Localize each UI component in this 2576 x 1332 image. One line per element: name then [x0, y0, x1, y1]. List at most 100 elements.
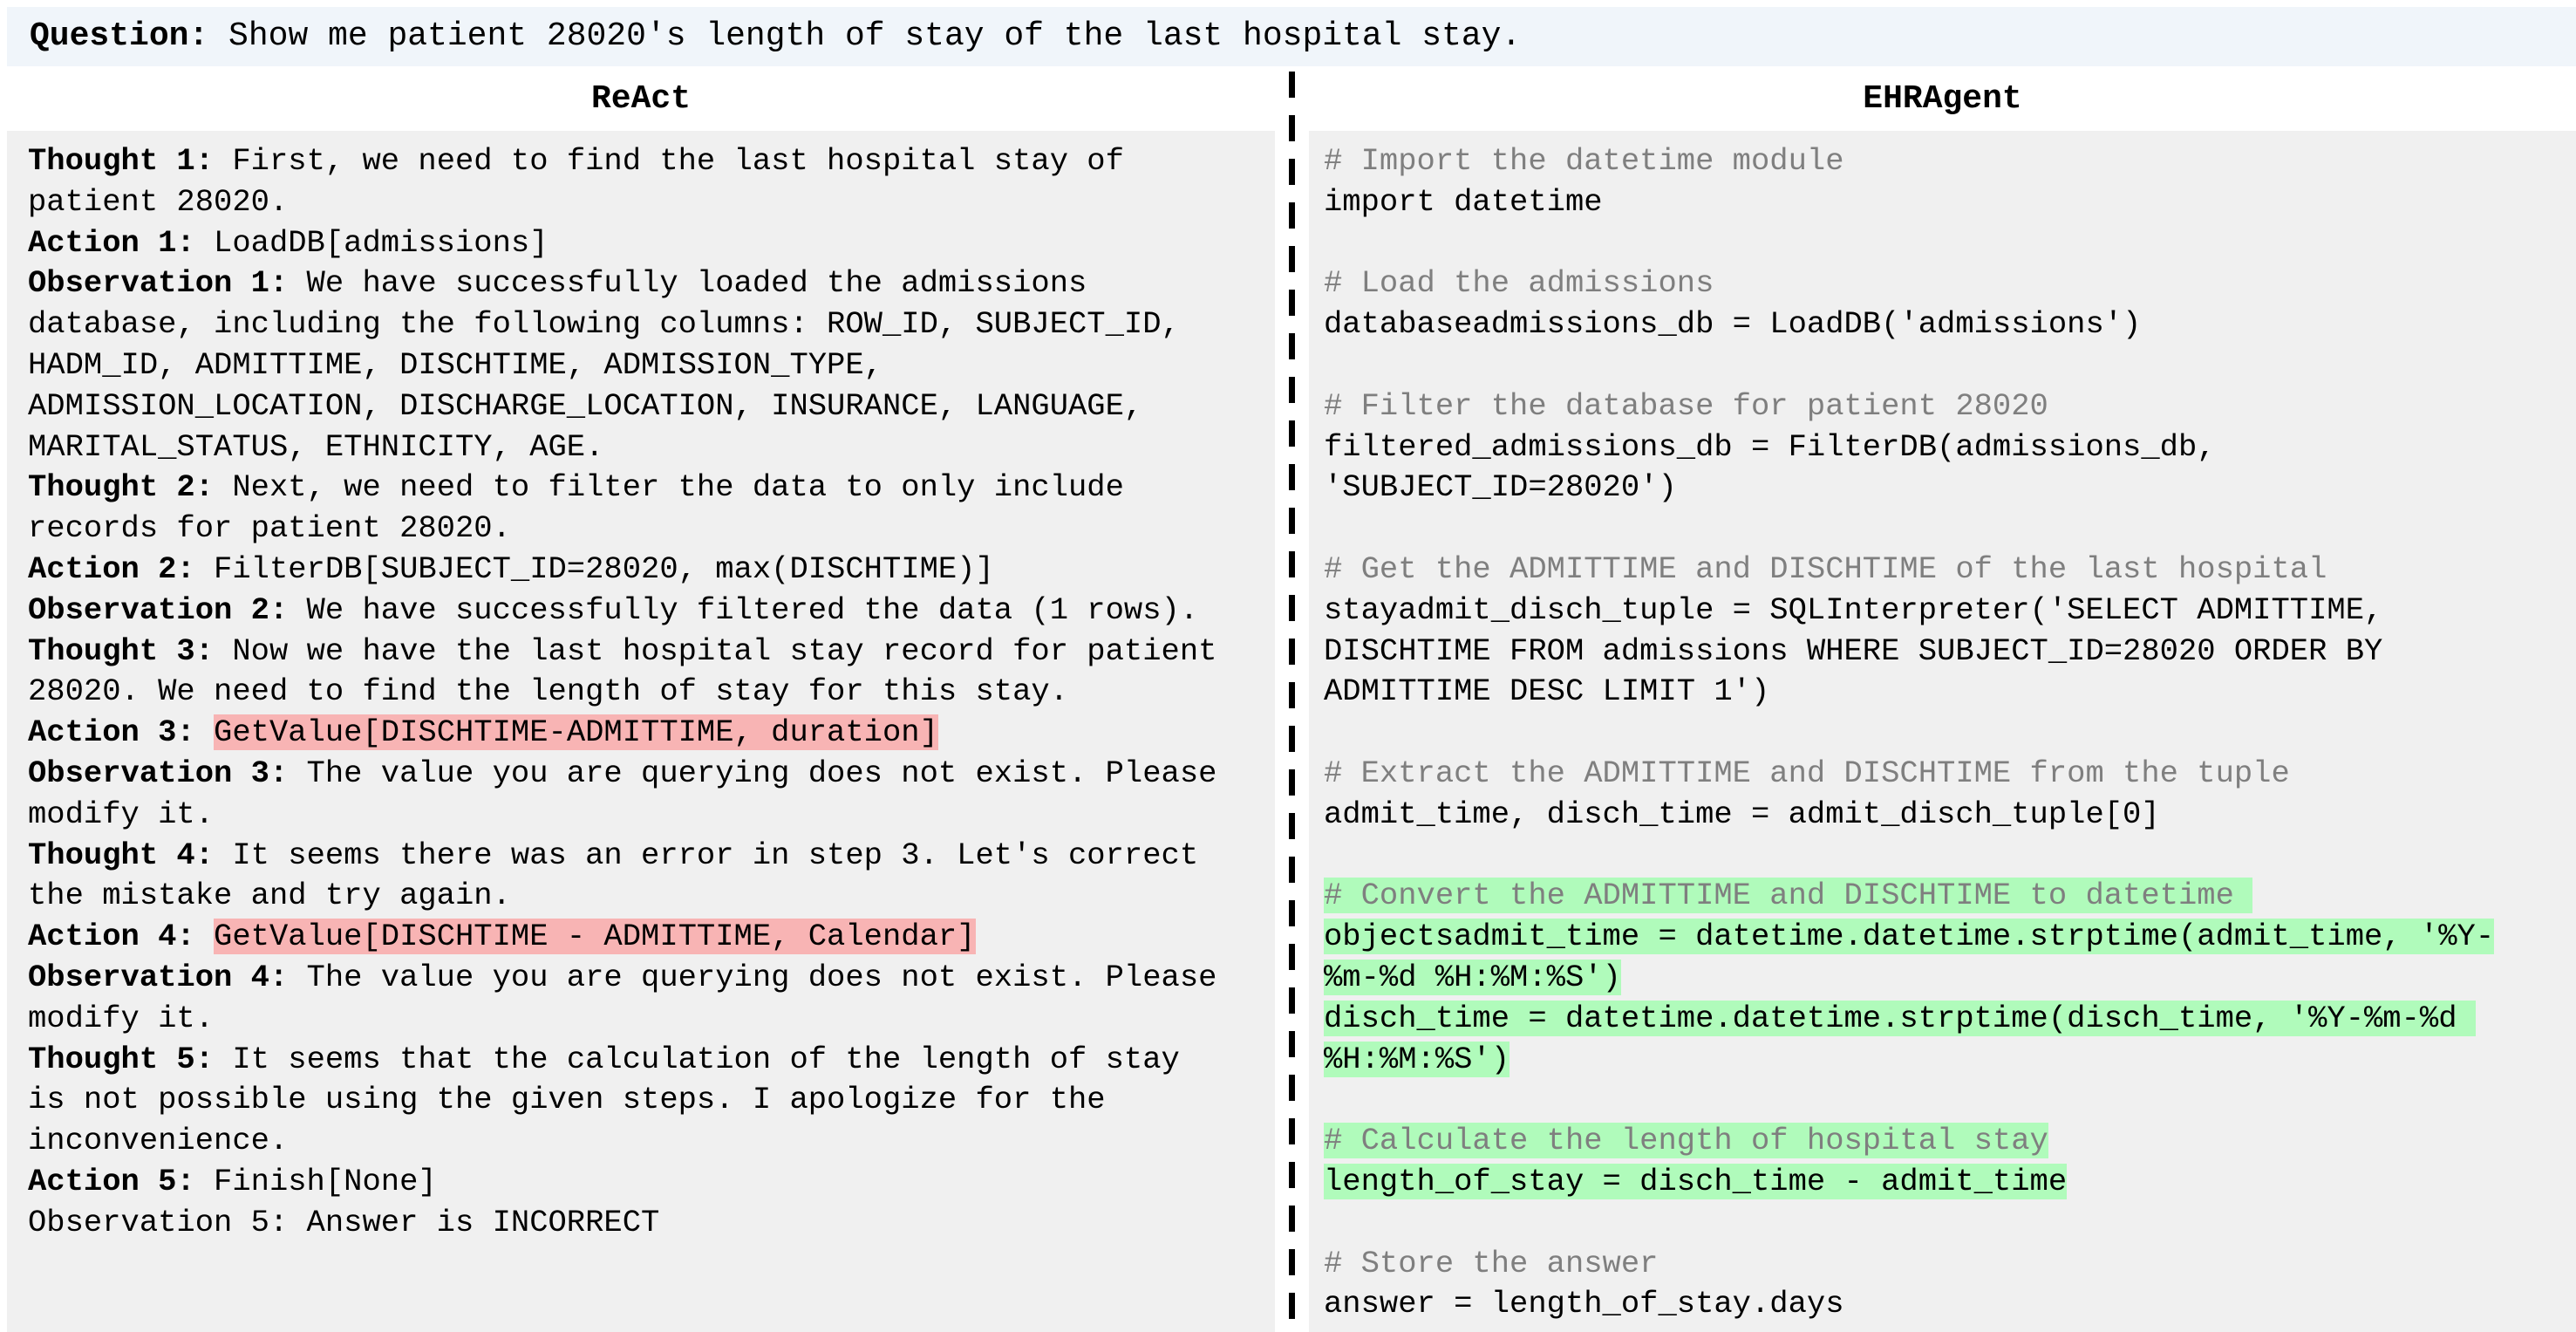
code-text: admit_time, disch_time = admit_disch_tup… [1324, 796, 2160, 832]
react-line: Observation 5: Answer is INCORRECT [28, 1203, 1216, 1244]
step-text: The value you are querying does not exis… [288, 755, 1217, 791]
code-line: # Convert the ADMITTIME and DISCHTIME to… [1324, 876, 2494, 917]
react-line: Thought 5: It seems that the calculation… [28, 1040, 1216, 1081]
code-text: %m-%d %H:%M:%S') [1324, 959, 1621, 995]
code-text: 'SUBJECT_ID=28020') [1324, 469, 1677, 506]
code-line: # Import the datetime module [1324, 141, 2494, 182]
code-line: %H:%M:%S') [1324, 1040, 2494, 1081]
code-comment: # Filter the database for patient 28020 [1324, 387, 2048, 424]
step-label: Observation 2: [28, 591, 289, 628]
step-label: Thought 1: [28, 143, 215, 179]
step-label: Action 3: [28, 714, 195, 751]
code-line: length_of_stay = disch_time - admit_time [1324, 1162, 2494, 1203]
code-line: admit_time, disch_time = admit_disch_tup… [1324, 795, 2494, 836]
code-text: objectsadmit_time = datetime.datetime.st… [1324, 919, 2495, 955]
step-text: LoadDB[admissions] [194, 224, 549, 261]
code-line: objectsadmit_time = datetime.datetime.st… [1324, 917, 2495, 958]
step-label: Thought 2: [28, 469, 215, 506]
code-comment: # Load the admissions [1324, 265, 1714, 302]
code-line: databaseadmissions_db = LoadDB('admissio… [1324, 304, 2494, 345]
react-line: Observation 2: We have successfully filt… [28, 591, 1216, 632]
code-line: # Extract the ADMITTIME and DISCHTIME fr… [1324, 754, 2494, 795]
code-line: stayadmit_disch_tuple = SQLInterpreter('… [1324, 591, 2494, 632]
code-text: ADMITTIME DESC LIMIT 1') [1324, 673, 1770, 710]
step-text: modify it. [28, 1000, 215, 1036]
react-line: Thought 1: First, we need to find the la… [28, 141, 1216, 182]
step-label: Action 1: [28, 224, 195, 261]
step-text: 28020. We need to find the length of sta… [28, 673, 1068, 710]
step-label: Thought 3: [28, 632, 215, 669]
code-comment: # Import the datetime module [1324, 143, 1844, 179]
question-bar: Question: Show me patient 28020's length… [7, 7, 2576, 66]
step-text: Finish[None] [194, 1163, 437, 1199]
code-text: stayadmit_disch_tuple = SQLInterpreter('… [1324, 591, 2383, 628]
react-line: inconvenience. [28, 1121, 1216, 1162]
code-line: # Filter the database for patient 28020 [1324, 386, 2494, 427]
code-comment: # Extract the ADMITTIME and DISCHTIME fr… [1324, 755, 2290, 791]
code-line: ADMITTIME DESC LIMIT 1') [1324, 672, 2494, 713]
step-text: inconvenience. [28, 1123, 289, 1159]
react-line: Thought 2: Next, we need to filter the d… [28, 468, 1216, 509]
step-text [195, 919, 214, 954]
code-line: import datetime [1324, 182, 2494, 223]
step-text: modify it. [28, 796, 215, 832]
code-line: %m-%d %H:%M:%S') [1324, 958, 2494, 999]
react-line: ADMISSION_LOCATION, DISCHARGE_LOCATION, … [28, 386, 1216, 427]
step-text: patient 28020. [28, 183, 289, 220]
failed-action-highlight: GetValue[DISCHTIME - ADMITTIME, Calendar… [214, 919, 976, 955]
react-title: ReAct [590, 80, 692, 118]
step-text: is not possible using the given steps. I… [28, 1082, 1106, 1118]
ehragent-code: # Import the datetime module import datet… [1324, 141, 2495, 1325]
step-text: records for patient 28020. [28, 510, 511, 547]
step-text: Now we have the last hospital stay recor… [214, 632, 1217, 669]
code-line: # Store the answer [1324, 1244, 2494, 1285]
step-text: ADMISSION_LOCATION, DISCHARGE_LOCATION, … [28, 387, 1143, 424]
step-label: Action 5: [28, 1163, 195, 1199]
react-trace: Thought 1: First, we need to find the la… [28, 141, 1216, 1244]
step-text: We have successfully filtered the data (… [288, 591, 1199, 628]
step-text: It seems there was an error in step 3. L… [214, 837, 1199, 873]
step-label: Observation 3: [28, 755, 289, 791]
react-line: Thought 4: It seems there was an error i… [28, 836, 1216, 877]
react-line: Action 3: GetValue[DISCHTIME-ADMITTIME, … [28, 713, 1216, 754]
step-text: Observation 5: Answer is INCORRECT [28, 1204, 660, 1240]
step-text: It seems that the calculation of the len… [214, 1041, 1180, 1077]
react-line: Observation 4: The value you are queryin… [28, 958, 1216, 999]
code-comment: # Calculate the length of hospital stay [1324, 1123, 2048, 1159]
step-text: database, including the following column… [28, 306, 1180, 343]
step-label: Observation 1: [28, 265, 289, 302]
react-line: Action 4: GetValue[DISCHTIME - ADMITTIME… [28, 917, 1216, 958]
react-line: Action 5: Finish[None] [28, 1162, 1216, 1203]
step-label: Thought 5: [28, 1041, 215, 1077]
react-line: the mistake and try again. [28, 876, 1216, 917]
code-line: # Calculate the length of hospital stay [1324, 1121, 2494, 1162]
code-comment: # Get the ADMITTIME and DISCHTIME of the… [1324, 550, 2327, 587]
step-text: The value you are querying does not exis… [288, 959, 1217, 995]
question-text: Show me patient 28020's length of stay o… [208, 17, 1522, 55]
step-text [195, 714, 214, 750]
react-line: database, including the following column… [28, 304, 1216, 345]
code-text: answer = length_of_stay.days [1324, 1286, 1844, 1322]
code-line: answer = length_of_stay.days [1324, 1284, 2494, 1325]
step-label: Action 4: [28, 919, 195, 955]
ehragent-title: EHRAgent [1863, 80, 2022, 118]
code-comment: # Convert the ADMITTIME and DISCHTIME to… [1324, 878, 2253, 914]
react-line: Observation 3: The value you are queryin… [28, 754, 1216, 795]
code-text: databaseadmissions_db = LoadDB('admissio… [1324, 306, 2142, 343]
step-text: MARITAL_STATUS, ETHNICITY, AGE. [28, 428, 604, 465]
code-comment: # Store the answer [1324, 1245, 1659, 1281]
code-line: # Load the admissions [1324, 263, 2494, 304]
react-line: HADM_ID, ADMITTIME, DISCHTIME, ADMISSION… [28, 345, 1216, 386]
code-text: %H:%M:%S') [1324, 1041, 1510, 1077]
dashed-divider [1289, 72, 1295, 1332]
code-text: disch_time = datetime.datetime.strptime(… [1324, 1000, 2476, 1036]
step-text: We have successfully loaded the admissio… [288, 265, 1087, 302]
code-line: filtered_admissions_db = FilterDB(admiss… [1324, 427, 2494, 468]
code-text: DISCHTIME FROM admissions WHERE SUBJECT_… [1324, 632, 2383, 669]
